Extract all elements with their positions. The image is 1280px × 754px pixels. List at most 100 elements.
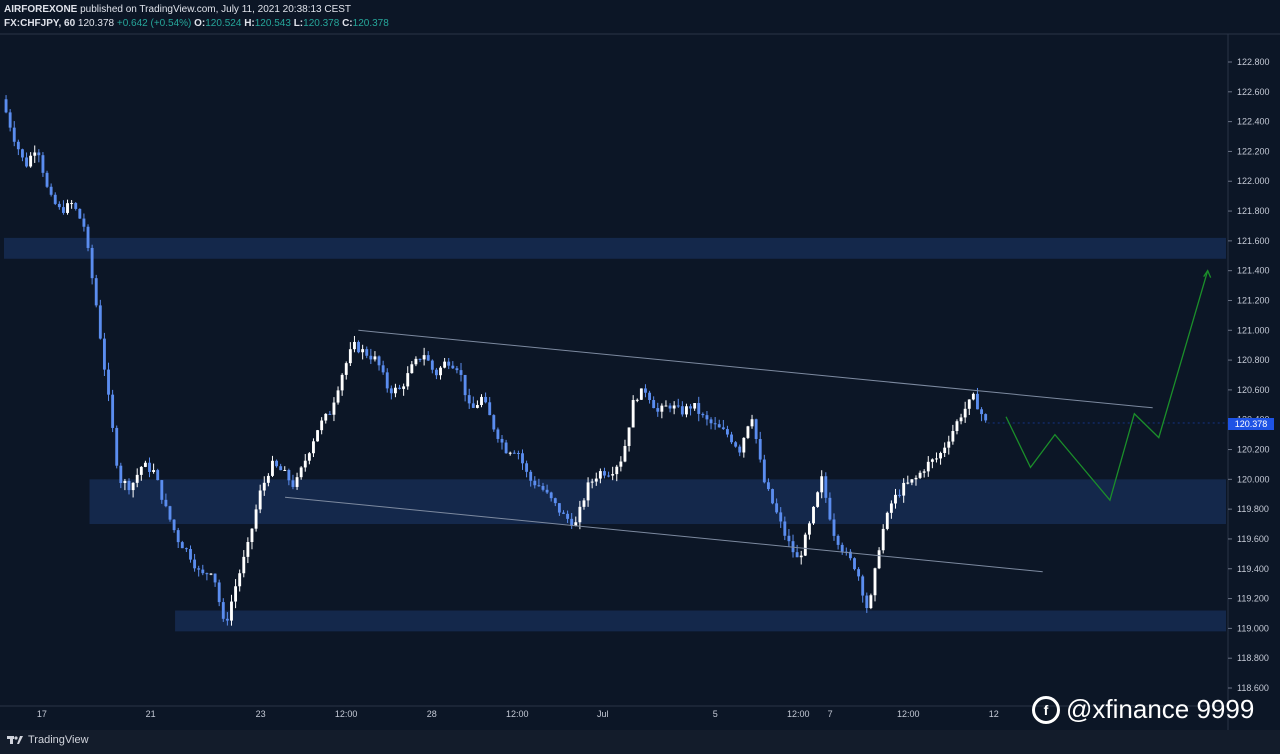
tradingview-logo[interactable]: TradingView <box>6 734 89 746</box>
candle-body <box>861 576 865 596</box>
candle-body <box>361 349 365 353</box>
x-tick-label: 12:00 <box>897 709 920 719</box>
candle-body <box>94 278 98 306</box>
candle-body <box>512 452 516 454</box>
candle-body <box>467 395 471 404</box>
candle-body <box>701 413 705 416</box>
candle-body <box>12 127 16 142</box>
candle-body <box>434 369 438 376</box>
x-tick-label: 5 <box>713 709 718 719</box>
symbol-label[interactable]: FX:CHFJPY, 60 <box>4 18 75 29</box>
candle-body <box>463 374 467 396</box>
candle-body <box>947 441 951 448</box>
candle-body <box>123 480 127 483</box>
candle-body <box>521 453 524 464</box>
candle-body <box>807 523 811 535</box>
y-tick-label: 119.600 <box>1237 534 1269 544</box>
author-name[interactable]: AIRFOREXONE <box>4 4 77 15</box>
candle-body <box>578 506 582 523</box>
candle-body <box>184 548 188 550</box>
candle-body <box>225 618 229 621</box>
candle-body <box>475 405 479 408</box>
low-label: L: <box>293 18 304 29</box>
candle-body <box>738 446 742 453</box>
candle-body <box>594 478 598 482</box>
candle-body <box>631 400 635 428</box>
candle-body <box>984 414 988 421</box>
candle-body <box>451 365 455 369</box>
candle-body <box>291 480 295 487</box>
candle-body <box>480 396 483 406</box>
candle-body <box>61 207 65 213</box>
y-tick-label: 120.000 <box>1237 474 1270 484</box>
candle-body <box>582 500 586 507</box>
candle-body <box>303 460 307 468</box>
candle-body <box>250 528 254 543</box>
y-tick-label: 121.000 <box>1237 325 1270 335</box>
y-tick-label: 122.400 <box>1237 117 1270 127</box>
candle-body <box>812 506 815 524</box>
candle-body <box>525 463 529 472</box>
y-tick-label: 122.800 <box>1237 57 1270 67</box>
candle-body <box>66 203 69 213</box>
candle-body <box>340 374 344 391</box>
y-tick-label: 120.800 <box>1237 355 1270 365</box>
symbol-legend: FX:CHFJPY, 60 120.378 +0.642 (+0.54%) O:… <box>4 18 389 29</box>
candle-body <box>332 402 336 415</box>
candle-body <box>549 492 553 499</box>
candle-body <box>607 475 611 477</box>
candle-body <box>422 355 426 360</box>
candle-body <box>377 356 381 366</box>
candle-body <box>516 452 520 454</box>
candle-body <box>41 155 45 173</box>
watermark-logo-icon: f <box>1032 695 1060 724</box>
candle-body <box>242 556 246 574</box>
candle-body <box>885 512 889 529</box>
candle-body <box>279 466 283 471</box>
candle-body <box>488 402 492 416</box>
candle-body <box>959 417 963 422</box>
high-label: H: <box>244 18 255 29</box>
candle-body <box>266 475 270 483</box>
candle-body <box>312 441 315 454</box>
candle-body <box>160 480 164 500</box>
candle-body <box>894 494 897 504</box>
candle-body <box>717 424 721 428</box>
candle-body <box>213 573 217 583</box>
candle-body <box>271 460 274 476</box>
candle-body <box>857 569 861 577</box>
candle-body <box>16 141 20 150</box>
candle-body <box>541 486 545 490</box>
candle-body <box>414 358 418 365</box>
candle-body <box>639 388 643 400</box>
x-tick-label: Jul <box>597 709 609 719</box>
close-label: C: <box>342 18 353 29</box>
candle-body <box>176 530 180 543</box>
candle-body <box>234 586 238 602</box>
candle-body <box>336 390 340 403</box>
candle-body <box>254 509 258 529</box>
candle-body <box>500 438 504 443</box>
candle-body <box>402 386 406 389</box>
candle-body <box>357 341 360 353</box>
candle-body <box>246 542 250 557</box>
candle-body <box>976 393 979 410</box>
candle-body <box>508 452 512 454</box>
candle-body <box>221 602 225 619</box>
candle-body <box>164 499 168 507</box>
candle-body <box>746 426 750 438</box>
candle-body <box>619 461 623 467</box>
zone-rect <box>4 237 1226 259</box>
candle-body <box>680 406 684 415</box>
candle-body <box>570 518 574 526</box>
candle-body <box>492 415 496 430</box>
candle-body <box>459 370 463 375</box>
candle-body <box>168 506 172 520</box>
candle-body <box>750 419 754 427</box>
candle-body <box>828 497 832 520</box>
candle-body <box>709 419 713 424</box>
candle-body <box>389 388 393 394</box>
candle-body <box>365 349 369 356</box>
candle-body <box>381 365 385 373</box>
x-tick-label: 12:00 <box>335 709 358 719</box>
